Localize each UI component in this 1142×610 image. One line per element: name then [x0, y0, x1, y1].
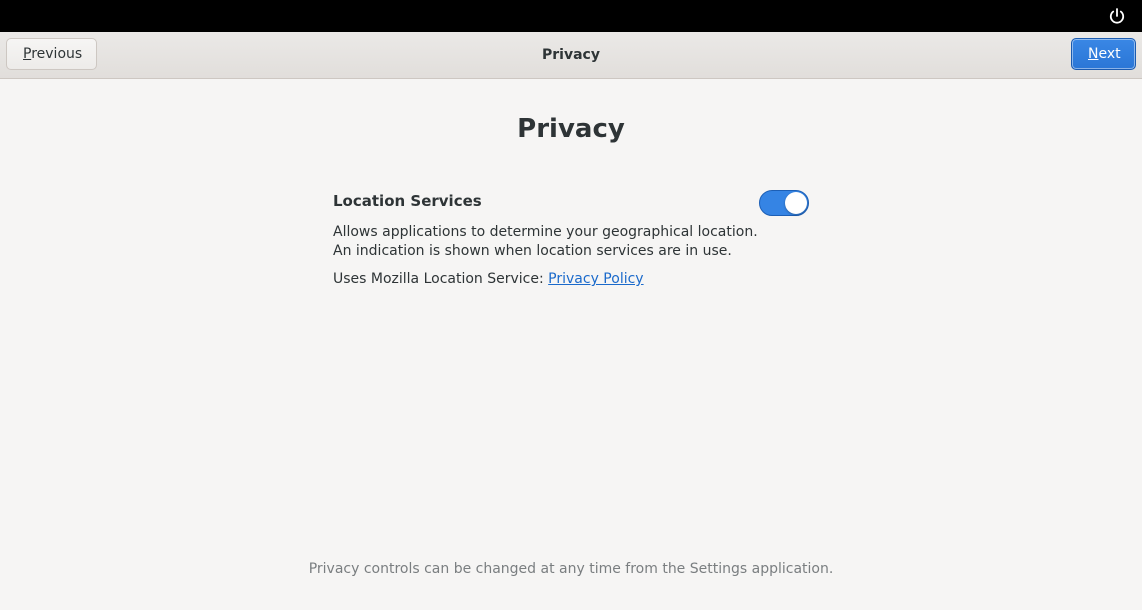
previous-button[interactable]: Previous: [6, 38, 97, 70]
header-title: Privacy: [542, 47, 600, 63]
page-title: Privacy: [517, 114, 625, 144]
next-button[interactable]: Next: [1071, 38, 1136, 70]
location-service-provider: Uses Mozilla Location Service: Privacy P…: [333, 270, 809, 289]
location-services-label: Location Services: [333, 192, 482, 210]
toggle-knob: [785, 192, 807, 214]
previous-mnemonic: P: [23, 46, 32, 62]
header-bar: Previous Privacy Next: [0, 32, 1142, 79]
next-mnemonic: N: [1088, 46, 1099, 62]
next-label: ext: [1098, 46, 1121, 62]
footer-note: Privacy controls can be changed at any t…: [308, 561, 834, 577]
location-services-section: Location Services Allows applications to…: [333, 190, 809, 289]
uses-text: Uses Mozilla Location Service:: [333, 271, 549, 287]
location-services-toggle[interactable]: [759, 190, 809, 216]
top-bar: [0, 0, 1142, 32]
privacy-policy-link[interactable]: Privacy Policy: [548, 271, 643, 287]
previous-label: revious: [31, 46, 83, 62]
power-icon[interactable]: [1108, 7, 1126, 25]
location-services-description: Allows applications to determine your ge…: [333, 224, 758, 259]
